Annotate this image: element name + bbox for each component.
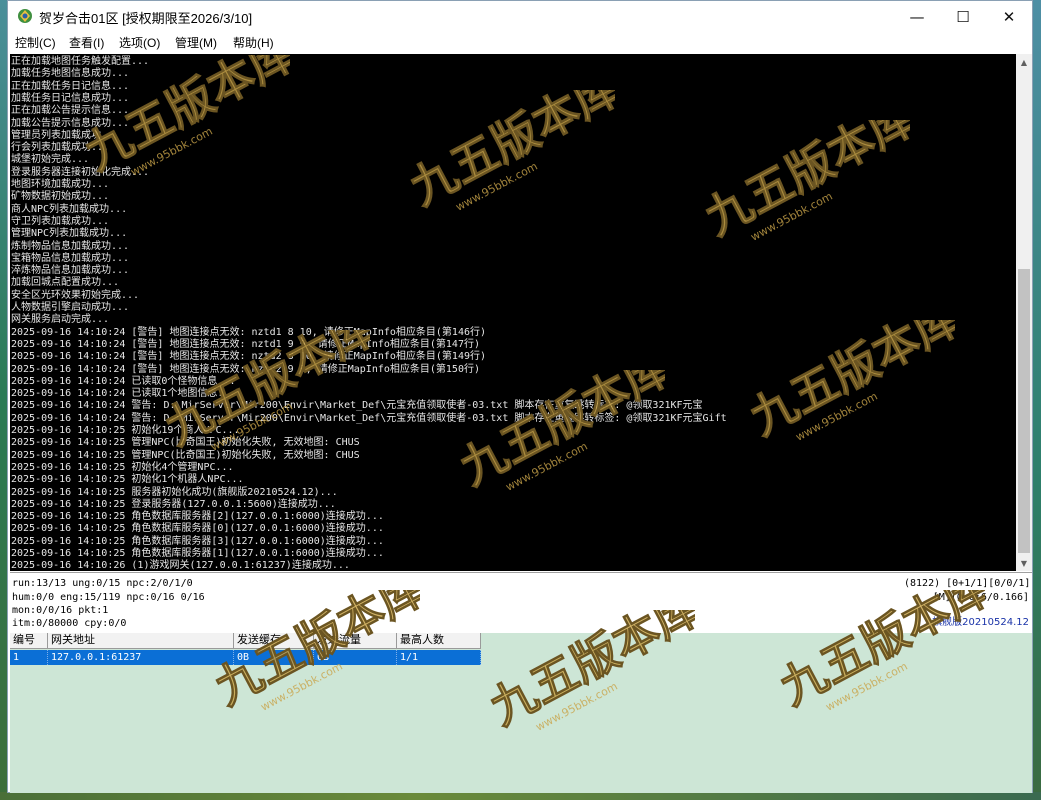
- status-run: run:13/13 ung:0/15 npc:2/0/1/0: [12, 578, 193, 589]
- console-line: 网关服务启动完成...: [11, 314, 110, 326]
- title-bar[interactable]: 贺岁合击01区 [授权期限至2026/3/10] — ☐ ✕: [8, 1, 1032, 32]
- status-itm: itm:0/80000 cpy:0/0: [12, 618, 127, 629]
- console-line: 2025-09-16 14:10:25 初始化1个机器人NPC...: [11, 474, 244, 486]
- console-line: 2025-09-16 14:10:25 角色数据库服务器[1](127.0.0.…: [11, 548, 384, 559]
- console-line: 2025-09-16 14:10:25 服务器初始化成功(旗舰版20210524…: [11, 486, 338, 498]
- status-right-mid: [M][0:0:6/0.166]: [932, 592, 1029, 603]
- column-header-max-players[interactable]: 最高人数: [397, 633, 481, 649]
- console-line: 2025-09-16 14:10:24 已读取0个怪物信息...: [11, 375, 236, 387]
- close-button[interactable]: ✕: [986, 1, 1032, 32]
- console-line: 矿物数据初始成功...: [11, 191, 110, 203]
- version-label: 旗舰版20210524.12: [932, 617, 1029, 628]
- main-window: 贺岁合击01区 [授权期限至2026/3/10] — ☐ ✕ 控制(C) 查看(…: [7, 0, 1033, 793]
- console-line: 加载公告提示信息成功...: [11, 117, 130, 129]
- console-line: 2025-09-16 14:10:25 登录服务器(127.0.0.1:5600…: [11, 498, 336, 510]
- console-line: 2025-09-16 14:10:24 [警告] 地图连接点无效: nztd1 …: [11, 338, 480, 350]
- column-header-send-traffic[interactable]: 发送流量: [314, 633, 397, 649]
- minimize-button[interactable]: —: [894, 1, 940, 32]
- console-line: 守卫列表加载成功...: [11, 215, 110, 227]
- cell-id: 1: [10, 650, 48, 665]
- menu-options[interactable]: 选项(O): [119, 34, 160, 51]
- status-mon: mon:0/0/16 pkt:1: [12, 605, 109, 616]
- window-title: 贺岁合击01区 [授权期限至2026/3/10]: [39, 11, 253, 26]
- console-line: 加载回城点配置成功...: [11, 277, 120, 289]
- status-hum: hum:0/0 eng:15/119 npc:0/16 0/16: [12, 592, 205, 603]
- divider: [10, 572, 1032, 573]
- console-line: 2025-09-16 14:10:25 角色数据库服务器[3](127.0.0.…: [11, 535, 384, 547]
- column-header-send-cache[interactable]: 发送缓存: [234, 633, 314, 649]
- menu-view[interactable]: 查看(I): [69, 34, 104, 51]
- console-line: 2025-09-16 14:10:24 [警告] 地图连接点无效: nztd2 …: [11, 363, 480, 375]
- console-line: 淬炼物品信息加载成功...: [11, 265, 130, 277]
- console-line: 管理员列表加载成功...: [11, 129, 120, 141]
- column-header-address[interactable]: 网关地址: [48, 633, 234, 649]
- console-line: 2025-09-16 14:10:25 初始化19个商人NPC...: [11, 425, 240, 436]
- console-line: 安全区光环效果初始完成...: [11, 289, 140, 301]
- console-line: 地图环境加载成功...: [11, 179, 110, 190]
- gate-grid-area: 编号 网关地址 发送缓存 发送流量 最高人数 1 127.0.0.1:61237…: [10, 633, 1032, 793]
- scroll-up-icon[interactable]: ▲: [1016, 54, 1032, 70]
- console-line: 行会列表加载成功...: [11, 142, 110, 154]
- console-line: 2025-09-16 14:10:25 角色数据库服务器[0](127.0.0.…: [11, 523, 384, 535]
- table-row[interactable]: 1 127.0.0.1:61237 0B 0B 1/1: [10, 650, 481, 665]
- console-line: 2025-09-16 14:10:26 (1)游戏网关(127.0.0.1:61…: [11, 560, 350, 571]
- console-line: 加载任务日记信息成功...: [11, 92, 130, 104]
- console-line: 2025-09-16 14:10:24 警告: D:\MirServer\Mir…: [11, 400, 703, 412]
- cell-max-players: 1/1: [397, 650, 481, 665]
- column-header-id[interactable]: 编号: [10, 633, 48, 649]
- console-line: 2025-09-16 14:10:24 [警告] 地图连接点无效: nztd2 …: [11, 351, 487, 363]
- status-right-top: (8122) [0+1/1][0/0/1]: [904, 578, 1031, 589]
- console-line: 登录服务器连接初始化完成...: [11, 166, 150, 178]
- maximize-button[interactable]: ☐: [940, 1, 986, 32]
- console-line: 商人NPC列表加载成功...: [11, 203, 128, 215]
- console-line: 正在加载任务日记信息...: [11, 80, 130, 92]
- console-line: 管理NPC列表加载成功...: [11, 228, 128, 240]
- console-line: 2025-09-16 14:10:24 已读取1个地图信息...: [11, 388, 236, 400]
- menu-help[interactable]: 帮助(H): [233, 34, 274, 51]
- menu-bar: 控制(C) 查看(I) 选项(O) 管理(M) 帮助(H): [8, 32, 1032, 52]
- console-line: 正在加载公告提示信息...: [11, 105, 130, 117]
- console-line: 炼制物品信息加载成功...: [11, 240, 130, 252]
- scroll-thumb[interactable]: [1018, 269, 1030, 553]
- console-line: 2025-09-16 14:10:25 角色数据库服务器[2](127.0.0.…: [11, 511, 384, 523]
- menu-control[interactable]: 控制(C): [15, 34, 56, 51]
- app-icon: [18, 9, 32, 23]
- console-line: 2025-09-16 14:10:25 初始化4个管理NPC...: [11, 461, 234, 473]
- desktop-bottom-edge: [0, 792, 1041, 800]
- console-line: 宝箱物品信息加载成功...: [11, 252, 130, 264]
- console-line: 2025-09-16 14:10:25 管理NPC(比奇国王)初始化失败, 无效…: [11, 437, 360, 449]
- desktop-right-edge: [1033, 0, 1041, 800]
- console-scrollbar[interactable]: ▲ ▼: [1016, 54, 1032, 571]
- cell-send-traffic: 0B: [314, 650, 397, 665]
- menu-manage[interactable]: 管理(M): [175, 34, 217, 51]
- cell-send-cache: 0B: [234, 650, 314, 665]
- console-line: 正在加载地图任务触发配置...: [11, 56, 150, 67]
- console-line: 2025-09-16 14:10:25 管理NPC(比奇国王)初始化失败, 无效…: [11, 449, 360, 461]
- console-line: 2025-09-16 14:10:24 [警告] 地图连接点无效: nztd1 …: [11, 326, 487, 338]
- console-line: 加载任务地图信息成功...: [11, 68, 130, 80]
- cell-address: 127.0.0.1:61237: [48, 650, 234, 665]
- console-line: 2025-09-16 14:10:24 警告: D:\MirServer\Mir…: [11, 412, 727, 424]
- log-console[interactable]: 正在加载地图任务触发配置... 加载任务地图信息成功... 正在加载任务日记信息..…: [10, 54, 1016, 571]
- console-line: 城堡初始完成...: [11, 154, 90, 166]
- scroll-down-icon[interactable]: ▼: [1016, 555, 1032, 571]
- console-line: 人物数据引擎启动成功...: [11, 302, 130, 313]
